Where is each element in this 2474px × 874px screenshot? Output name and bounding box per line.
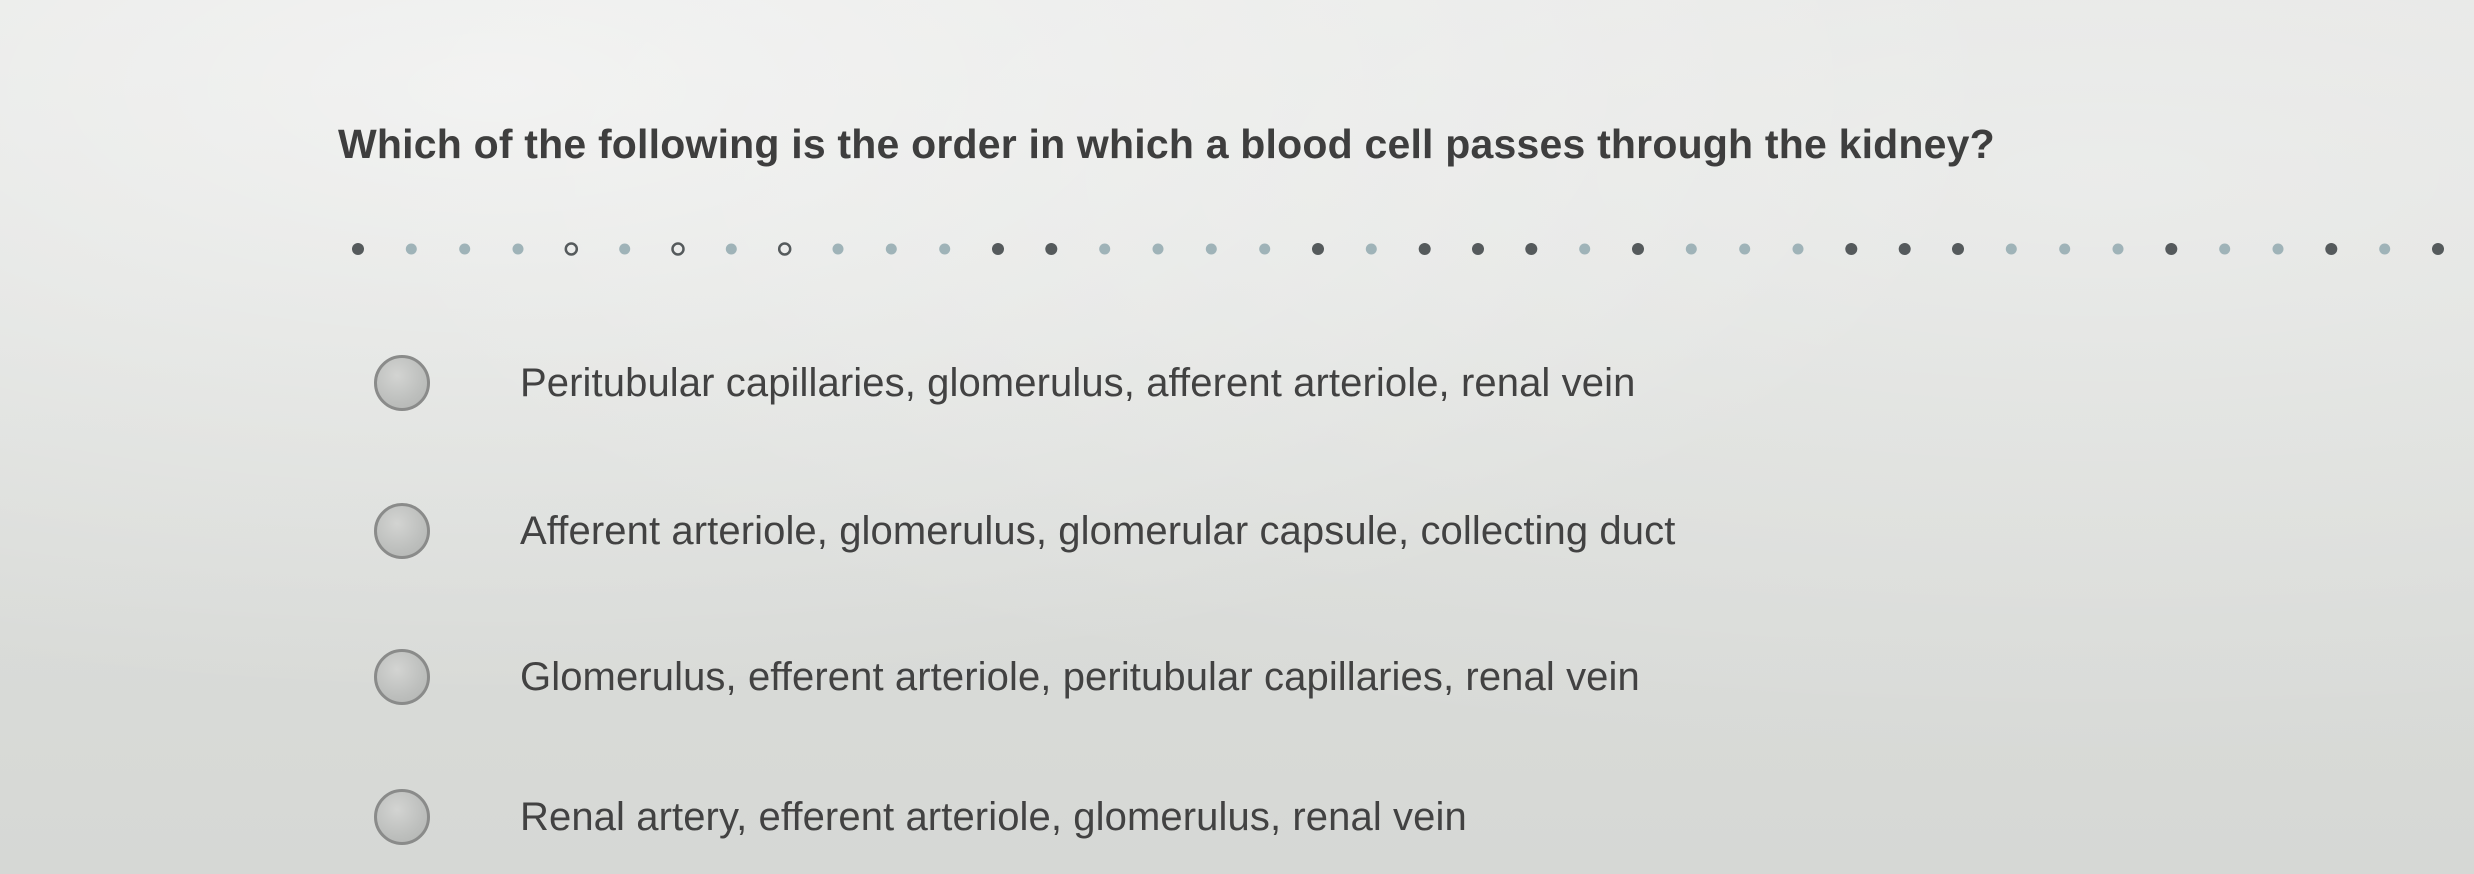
divider-dot xyxy=(459,243,471,255)
option-2-label[interactable]: Afferent arteriole, glomerulus, glomerul… xyxy=(520,509,1675,554)
divider-dot xyxy=(405,243,417,255)
divider-dot xyxy=(1205,243,1217,255)
quiz-page: Which of the following is the order in w… xyxy=(0,0,2474,874)
divider-dot xyxy=(2165,243,2178,255)
divider-dot xyxy=(352,243,364,255)
divider-dot xyxy=(2432,243,2444,255)
divider-dot xyxy=(2112,243,2124,255)
divider-dot xyxy=(2005,243,2017,255)
divider-dot xyxy=(2379,243,2391,255)
radio-button-option-3[interactable] xyxy=(374,649,430,705)
divider-dot xyxy=(619,243,631,255)
divider-dot xyxy=(992,243,1004,255)
divider-dot xyxy=(1045,243,1058,255)
divider-dot xyxy=(2325,243,2338,255)
divider-dot xyxy=(1739,243,1751,255)
divider-dot xyxy=(1259,243,1271,255)
divider-dot xyxy=(564,242,579,256)
option-4-label[interactable]: Renal artery, efferent arteriole, glomer… xyxy=(520,795,1467,840)
question-text: Which of the following is the order in w… xyxy=(338,121,1995,167)
divider-dot xyxy=(1525,243,1538,255)
divider-dot xyxy=(1579,243,1591,255)
radio-button-option-1[interactable] xyxy=(374,355,430,411)
divider-dot xyxy=(832,243,844,255)
divider-dot xyxy=(1312,243,1324,255)
option-3-label[interactable]: Glomerulus, efferent arteriole, peritubu… xyxy=(520,655,1640,700)
divider-dot xyxy=(1099,243,1111,255)
divider-dot xyxy=(725,243,737,255)
option-2[interactable]: Afferent arteriole, glomerulus, glomerul… xyxy=(374,496,2134,566)
divider-dot xyxy=(939,243,951,255)
divider-dot xyxy=(1952,243,1964,255)
divider-dot xyxy=(2272,243,2284,255)
divider-dot xyxy=(777,242,792,256)
divider-dot xyxy=(512,243,524,255)
divider-dot xyxy=(1418,243,1431,255)
divider-dot xyxy=(885,243,897,255)
radio-button-option-2[interactable] xyxy=(374,503,430,559)
divider-dot xyxy=(1472,243,1484,255)
dotted-divider xyxy=(352,242,2444,256)
option-3[interactable]: Glomerulus, efferent arteriole, peritubu… xyxy=(374,642,2134,712)
divider-dot xyxy=(1898,243,1911,255)
divider-dot xyxy=(1792,243,1804,255)
divider-dot xyxy=(2059,243,2071,255)
divider-dot xyxy=(1845,243,1858,255)
option-1[interactable]: Peritubular capillaries, glomerulus, aff… xyxy=(374,348,2134,418)
divider-dot xyxy=(2219,243,2231,255)
divider-dot xyxy=(1632,243,1644,255)
radio-button-option-4[interactable] xyxy=(374,789,430,845)
option-4[interactable]: Renal artery, efferent arteriole, glomer… xyxy=(374,782,2134,852)
divider-dot xyxy=(1152,243,1164,255)
option-1-label[interactable]: Peritubular capillaries, glomerulus, aff… xyxy=(520,361,1635,406)
divider-dot xyxy=(1365,243,1377,255)
divider-dot xyxy=(671,242,685,256)
divider-dot xyxy=(1685,243,1697,255)
